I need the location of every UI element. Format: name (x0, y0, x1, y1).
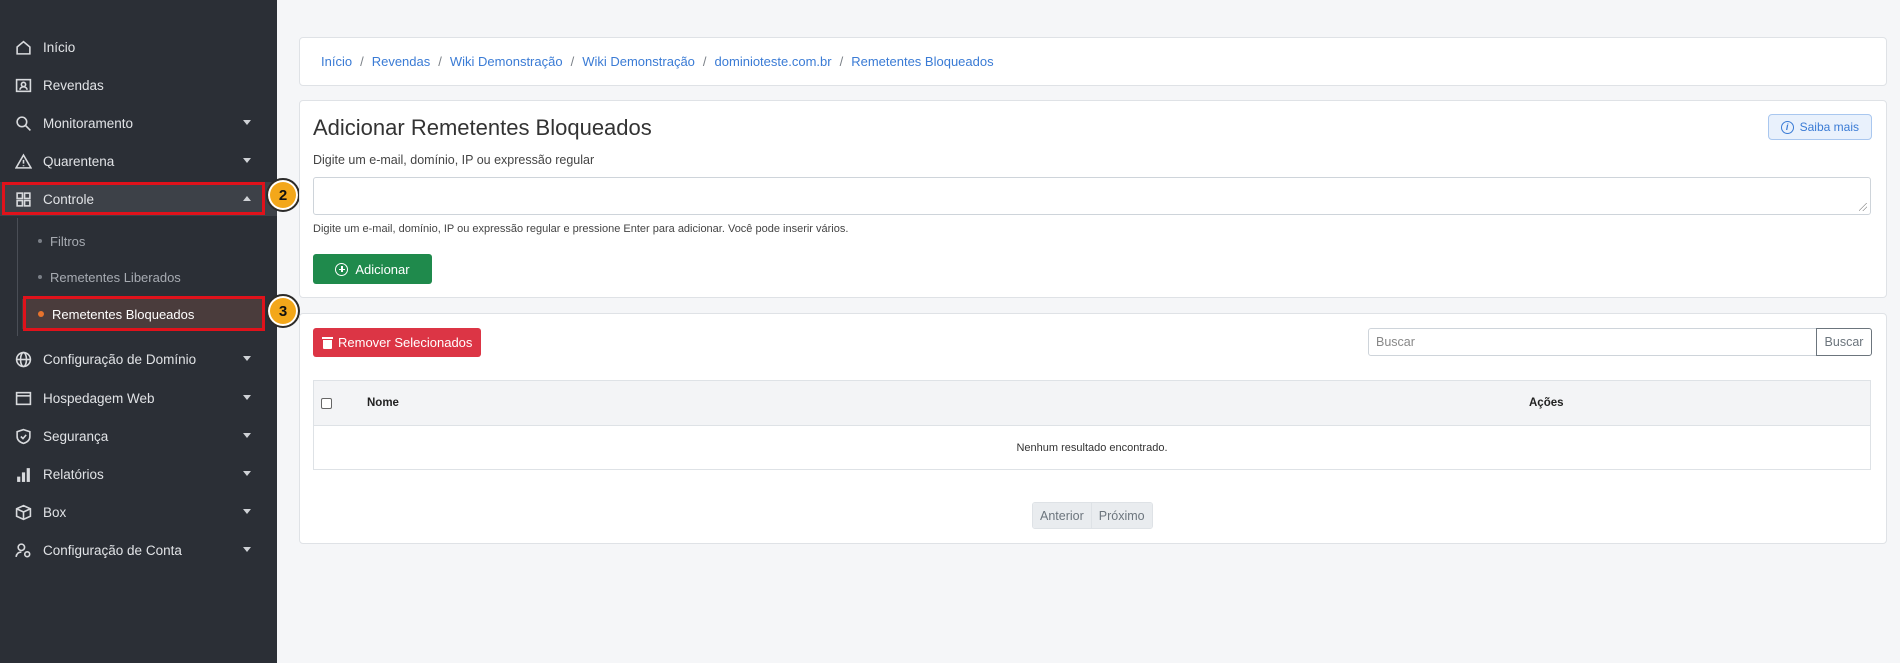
chevron-down-icon (243, 395, 251, 400)
remove-selected-label: Remover Selecionados (338, 335, 473, 350)
breadcrumb-wiki-2[interactable]: Wiki Demonstração (582, 54, 695, 69)
nav-label: Segurança (43, 428, 109, 444)
breadcrumb-wiki-1[interactable]: Wiki Demonstração (450, 54, 563, 69)
search-input[interactable]: Buscar (1368, 328, 1817, 356)
resize-grip-icon[interactable] (1859, 203, 1867, 211)
table-header: Nome Ações (314, 381, 1870, 426)
nav-label: Box (43, 504, 67, 520)
user-gear-icon (14, 541, 32, 559)
submenu-line (17, 218, 18, 336)
breadcrumb-revendas[interactable]: Revendas (372, 54, 431, 69)
bullet-icon (38, 275, 42, 279)
remove-selected-button[interactable]: Remover Selecionados (313, 328, 482, 357)
nav-seguranca[interactable]: Segurança (0, 419, 277, 453)
subnav-label: Filtros (50, 233, 86, 249)
nav-label: Configuração de Domínio (43, 351, 197, 367)
step-badge-2: 2 (266, 178, 300, 212)
nav-inicio[interactable]: Início (0, 30, 277, 64)
window-icon (14, 389, 32, 407)
trash-icon (322, 336, 333, 349)
highlight-controle (2, 182, 265, 215)
warning-icon (14, 152, 32, 170)
info-icon: i (1780, 120, 1794, 134)
nav-label: Relatórios (43, 466, 104, 482)
breadcrumb-dominio[interactable]: dominioteste.com.br (715, 54, 832, 69)
input-label: Digite um e-mail, domínio, IP ou express… (313, 153, 595, 167)
nav-config-dominio[interactable]: Configuração de Domínio (0, 342, 277, 376)
sender-textarea[interactable] (313, 177, 1871, 215)
nav-relatorios[interactable]: Relatórios (0, 457, 277, 491)
chevron-down-icon (243, 547, 251, 552)
add-card: Adicionar Remetentes Bloqueados i Saiba … (299, 100, 1887, 298)
senders-table: Nome Ações Nenhum resultado encontrado. (313, 380, 1871, 470)
column-acoes: Ações (1529, 397, 1564, 409)
chevron-down-icon (243, 158, 251, 163)
nav-label: Quarentena (43, 153, 115, 169)
search-icon (14, 114, 32, 132)
page-title: Adicionar Remetentes Bloqueados (313, 115, 652, 140)
highlight-remetentes-bloqueados (23, 296, 265, 331)
add-button-label: Adicionar (355, 261, 410, 277)
chevron-down-icon (243, 471, 251, 476)
breadcrumb-inicio[interactable]: Início (321, 54, 352, 69)
sidebar: Início Revendas Monitoramento Quarentena… (0, 0, 277, 663)
nav-monitoramento[interactable]: Monitoramento (0, 106, 277, 140)
add-button[interactable]: Adicionar (313, 254, 432, 284)
shield-icon (14, 427, 32, 445)
user-card-icon (14, 76, 32, 94)
chevron-down-icon (243, 433, 251, 438)
nav-box[interactable]: Box (0, 495, 277, 529)
box-icon (14, 503, 32, 521)
nav-label: Início (43, 39, 76, 55)
saiba-mais-button[interactable]: i Saiba mais (1767, 114, 1872, 140)
nav-hospedagem-web[interactable]: Hospedagem Web (0, 381, 277, 415)
chevron-down-icon (243, 120, 251, 125)
bar-chart-icon (14, 465, 32, 483)
saiba-mais-label: Saiba mais (1799, 120, 1859, 134)
subnav-remetentes-liberados[interactable]: Remetentes Liberados (22, 262, 262, 292)
breadcrumb-current[interactable]: Remetentes Bloqueados (851, 54, 993, 69)
step-badge-3: 3 (266, 294, 300, 328)
prev-page-button[interactable]: Anterior (1033, 503, 1091, 528)
subnav-filtros[interactable]: Filtros (22, 226, 262, 256)
bullet-icon (38, 239, 42, 243)
breadcrumb-card: Início / Revendas / Wiki Demonstração / Wik… (299, 37, 1887, 86)
next-page-button[interactable]: Próximo (1090, 503, 1152, 528)
breadcrumb: Início / Revendas / Wiki Demonstração / Wik… (321, 54, 994, 69)
nav-config-conta[interactable]: Configuração de Conta (0, 533, 277, 567)
chevron-down-icon (243, 356, 251, 361)
nav-label: Revendas (43, 77, 104, 93)
chevron-down-icon (243, 509, 251, 514)
nav-label: Hospedagem Web (43, 390, 155, 406)
nav-label: Monitoramento (43, 115, 134, 131)
column-nome[interactable]: Nome (367, 397, 399, 409)
nav-quarentena[interactable]: Quarentena (0, 144, 277, 178)
pagination: Anterior Próximo (1032, 502, 1153, 529)
plus-circle-icon (335, 262, 349, 276)
subnav-label: Remetentes Liberados (50, 269, 181, 285)
home-icon (14, 38, 32, 56)
search-button[interactable]: Buscar (1816, 328, 1872, 356)
empty-message: Nenhum resultado encontrado. (1016, 442, 1168, 454)
help-text: Digite um e-mail, domínio, IP ou express… (313, 223, 849, 235)
select-all-checkbox[interactable] (321, 398, 332, 409)
globe-icon (14, 350, 32, 368)
nav-label: Configuração de Conta (43, 542, 182, 558)
nav-revendas[interactable]: Revendas (0, 68, 277, 102)
list-card: Remover Selecionados Buscar Buscar Nome … (299, 313, 1887, 544)
